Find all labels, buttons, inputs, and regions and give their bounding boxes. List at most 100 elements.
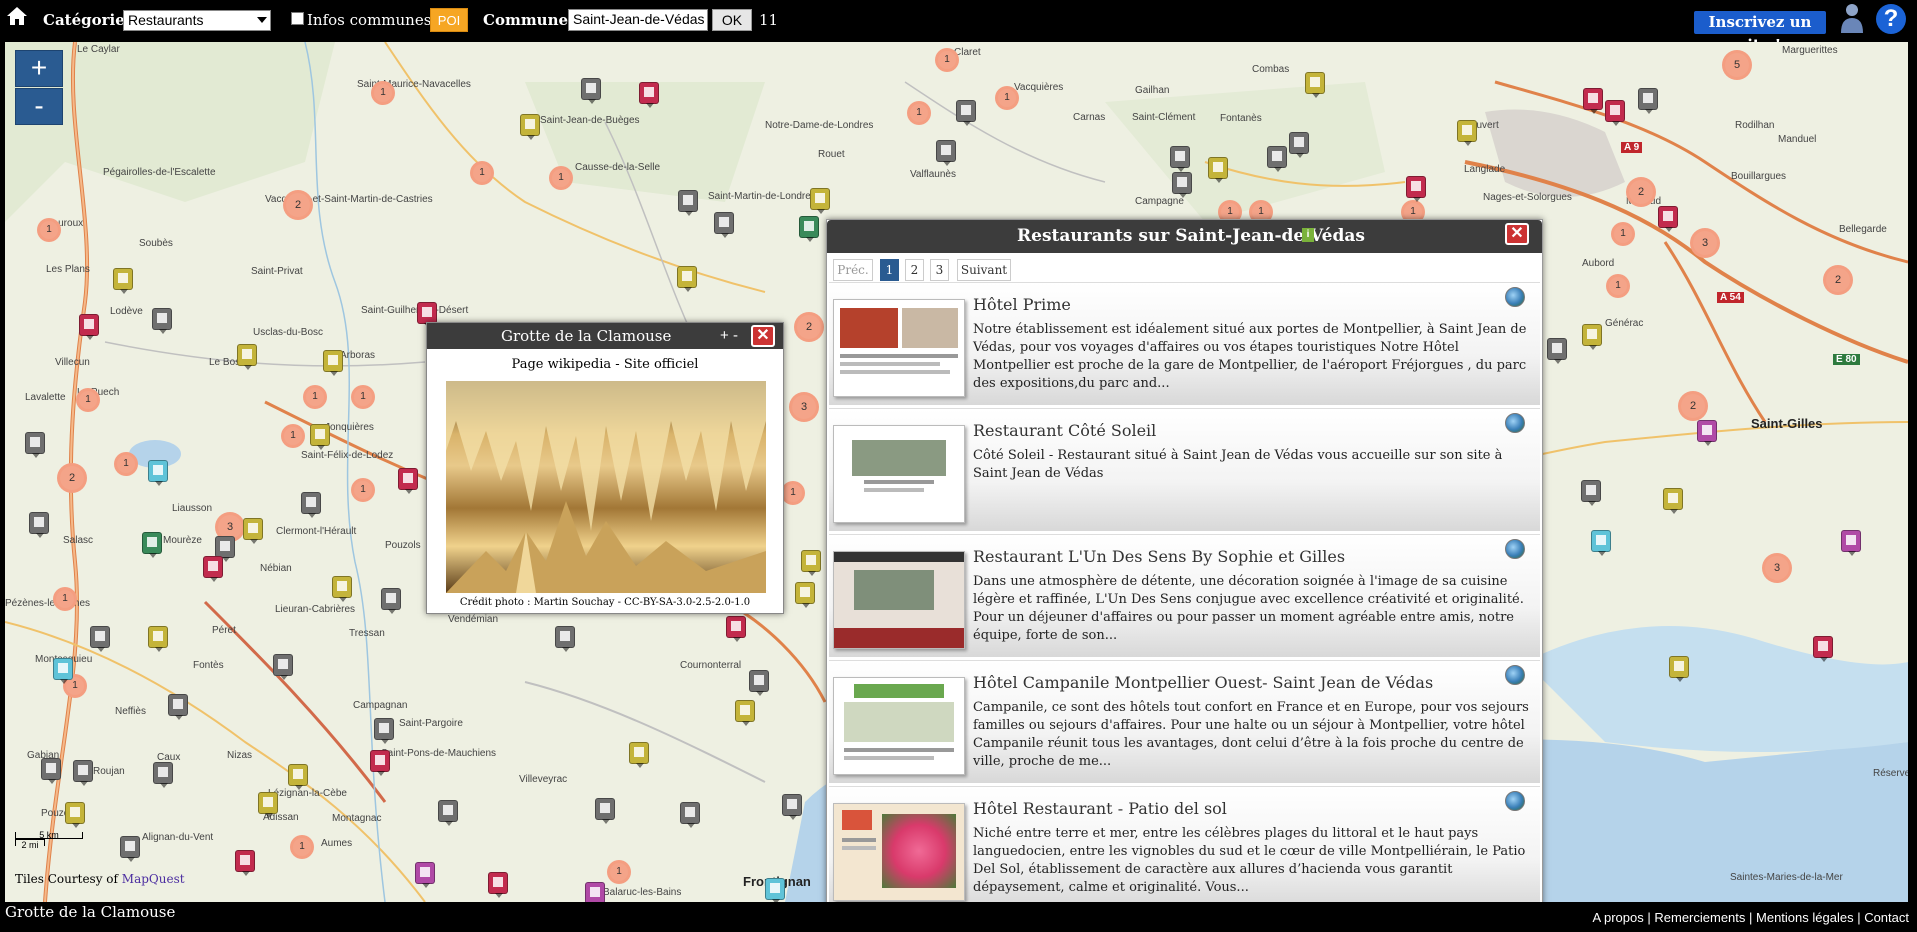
cluster-marker[interactable]: 1 xyxy=(549,166,573,190)
cluster-marker[interactable]: 2 xyxy=(794,312,824,342)
wikipedia-link[interactable]: Page wikipedia xyxy=(512,357,612,372)
zoom-in-button[interactable]: + xyxy=(15,50,63,87)
globe-icon[interactable] xyxy=(1505,791,1525,811)
globe-icon[interactable] xyxy=(1505,287,1525,307)
poi-marker[interactable] xyxy=(801,550,821,576)
cluster-marker[interactable]: 1 xyxy=(114,452,138,476)
poi-marker[interactable] xyxy=(714,212,734,238)
poi-marker[interactable] xyxy=(120,836,140,862)
poi-marker[interactable] xyxy=(1697,420,1717,446)
cluster-marker[interactable]: 1 xyxy=(76,388,100,412)
result-name[interactable]: Restaurant Côté Soleil xyxy=(973,421,1156,440)
cluster-marker[interactable]: 1 xyxy=(53,587,77,611)
cluster-marker[interactable]: 2 xyxy=(283,190,313,220)
cluster-marker[interactable]: 2 xyxy=(1678,391,1708,421)
cluster-marker[interactable]: 1 xyxy=(351,478,375,502)
globe-icon[interactable] xyxy=(1505,539,1525,559)
result-name[interactable]: Hôtel Restaurant - Patio del sol xyxy=(973,799,1227,818)
poi-marker[interactable] xyxy=(555,626,575,652)
poi-marker[interactable] xyxy=(1170,146,1190,172)
cluster-marker[interactable]: 3 xyxy=(789,392,819,422)
cluster-marker[interactable]: 1 xyxy=(470,161,494,185)
result-thumbnail[interactable] xyxy=(833,677,965,775)
poi-marker[interactable] xyxy=(726,616,746,642)
cluster-marker[interactable]: 1 xyxy=(281,424,305,448)
poi-marker[interactable] xyxy=(1605,100,1625,126)
expand-button[interactable]: + xyxy=(720,327,729,344)
poi-marker[interactable] xyxy=(113,268,133,294)
pagination-prev[interactable]: Préc. xyxy=(833,259,873,281)
poi-marker[interactable] xyxy=(415,862,435,888)
poi-marker[interactable] xyxy=(301,492,321,518)
poi-marker[interactable] xyxy=(142,532,162,558)
poi-marker[interactable] xyxy=(438,800,458,826)
cluster-marker[interactable]: 2 xyxy=(1823,265,1853,295)
poi-marker[interactable] xyxy=(581,78,601,104)
cluster-marker[interactable]: 5 xyxy=(1722,50,1752,80)
pagination-page-1[interactable]: 1 xyxy=(880,259,899,281)
poi-marker[interactable] xyxy=(1457,120,1477,146)
poi-marker[interactable] xyxy=(936,140,956,166)
result-thumbnail[interactable] xyxy=(833,803,965,901)
poi-marker[interactable] xyxy=(1172,172,1192,198)
result-item[interactable]: Hôtel Prime Notre établissement est idéa… xyxy=(829,282,1540,405)
poi-marker[interactable] xyxy=(29,512,49,538)
footer-link-mentions[interactable]: Mentions légales xyxy=(1756,910,1854,925)
poi-marker[interactable] xyxy=(799,216,819,242)
poi-marker[interactable] xyxy=(374,718,394,744)
poi-marker[interactable] xyxy=(749,670,769,696)
poi-button[interactable]: POI xyxy=(430,8,468,32)
help-icon[interactable]: ? xyxy=(1876,4,1906,34)
cluster-marker[interactable]: 1 xyxy=(1611,222,1635,246)
globe-icon[interactable] xyxy=(1505,665,1525,685)
poi-marker[interactable] xyxy=(1669,656,1689,682)
mapquest-link[interactable]: MapQuest xyxy=(122,872,185,886)
result-item[interactable]: Hôtel Campanile Montpellier Ouest- Saint… xyxy=(829,660,1540,783)
infos-communes-checkbox[interactable] xyxy=(291,12,304,25)
result-thumbnail[interactable] xyxy=(833,551,965,649)
result-thumbnail[interactable] xyxy=(833,425,965,523)
poi-marker[interactable] xyxy=(41,758,61,784)
poi-marker[interactable] xyxy=(765,878,785,902)
poi-marker[interactable] xyxy=(417,302,437,328)
poi-marker[interactable] xyxy=(152,308,172,334)
inscrivez-site-button[interactable]: Inscrivez un site ! xyxy=(1694,11,1826,54)
cluster-marker[interactable]: 3 xyxy=(1762,553,1792,583)
poi-marker[interactable] xyxy=(678,190,698,216)
cluster-marker[interactable]: 1 xyxy=(907,101,931,125)
result-name[interactable]: Restaurant L'Un Des Sens By Sophie et Gi… xyxy=(973,547,1345,566)
poi-marker[interactable] xyxy=(1289,132,1309,158)
poi-marker[interactable] xyxy=(1582,324,1602,350)
poi-marker[interactable] xyxy=(1581,480,1601,506)
poi-marker[interactable] xyxy=(148,460,168,486)
poi-marker[interactable] xyxy=(323,350,343,376)
cluster-marker[interactable]: 1 xyxy=(1606,274,1630,298)
cluster-marker[interactable]: 1 xyxy=(607,860,631,884)
user-icon[interactable] xyxy=(1838,2,1866,34)
poi-marker[interactable] xyxy=(1305,72,1325,98)
poi-marker[interactable] xyxy=(153,762,173,788)
poi-marker[interactable] xyxy=(639,82,659,108)
poi-marker[interactable] xyxy=(381,588,401,614)
result-name[interactable]: Hôtel Prime xyxy=(973,295,1071,314)
footer-link-remerciements[interactable]: Remerciements xyxy=(1654,910,1745,925)
poi-marker[interactable] xyxy=(73,760,93,786)
poi-marker[interactable] xyxy=(332,576,352,602)
poi-marker[interactable] xyxy=(1658,206,1678,232)
poi-marker[interactable] xyxy=(585,882,605,902)
poi-marker[interactable] xyxy=(782,794,802,820)
poi-marker[interactable] xyxy=(680,802,700,828)
cluster-marker[interactable]: 1 xyxy=(303,385,327,409)
poi-marker[interactable] xyxy=(1663,488,1683,514)
zoom-out-button[interactable]: - xyxy=(15,88,63,125)
cluster-marker[interactable]: 2 xyxy=(1626,177,1656,207)
globe-icon[interactable] xyxy=(1505,413,1525,433)
poi-marker[interactable] xyxy=(956,100,976,126)
result-item[interactable]: Restaurant L'Un Des Sens By Sophie et Gi… xyxy=(829,534,1540,657)
cluster-marker[interactable]: 1 xyxy=(995,86,1019,110)
poi-marker[interactable] xyxy=(1267,146,1287,172)
poi-marker[interactable] xyxy=(65,802,85,828)
result-name[interactable]: Hôtel Campanile Montpellier Ouest- Saint… xyxy=(973,673,1433,692)
pagination-next[interactable]: Suivant xyxy=(957,259,1011,281)
poi-marker[interactable] xyxy=(1638,88,1658,114)
